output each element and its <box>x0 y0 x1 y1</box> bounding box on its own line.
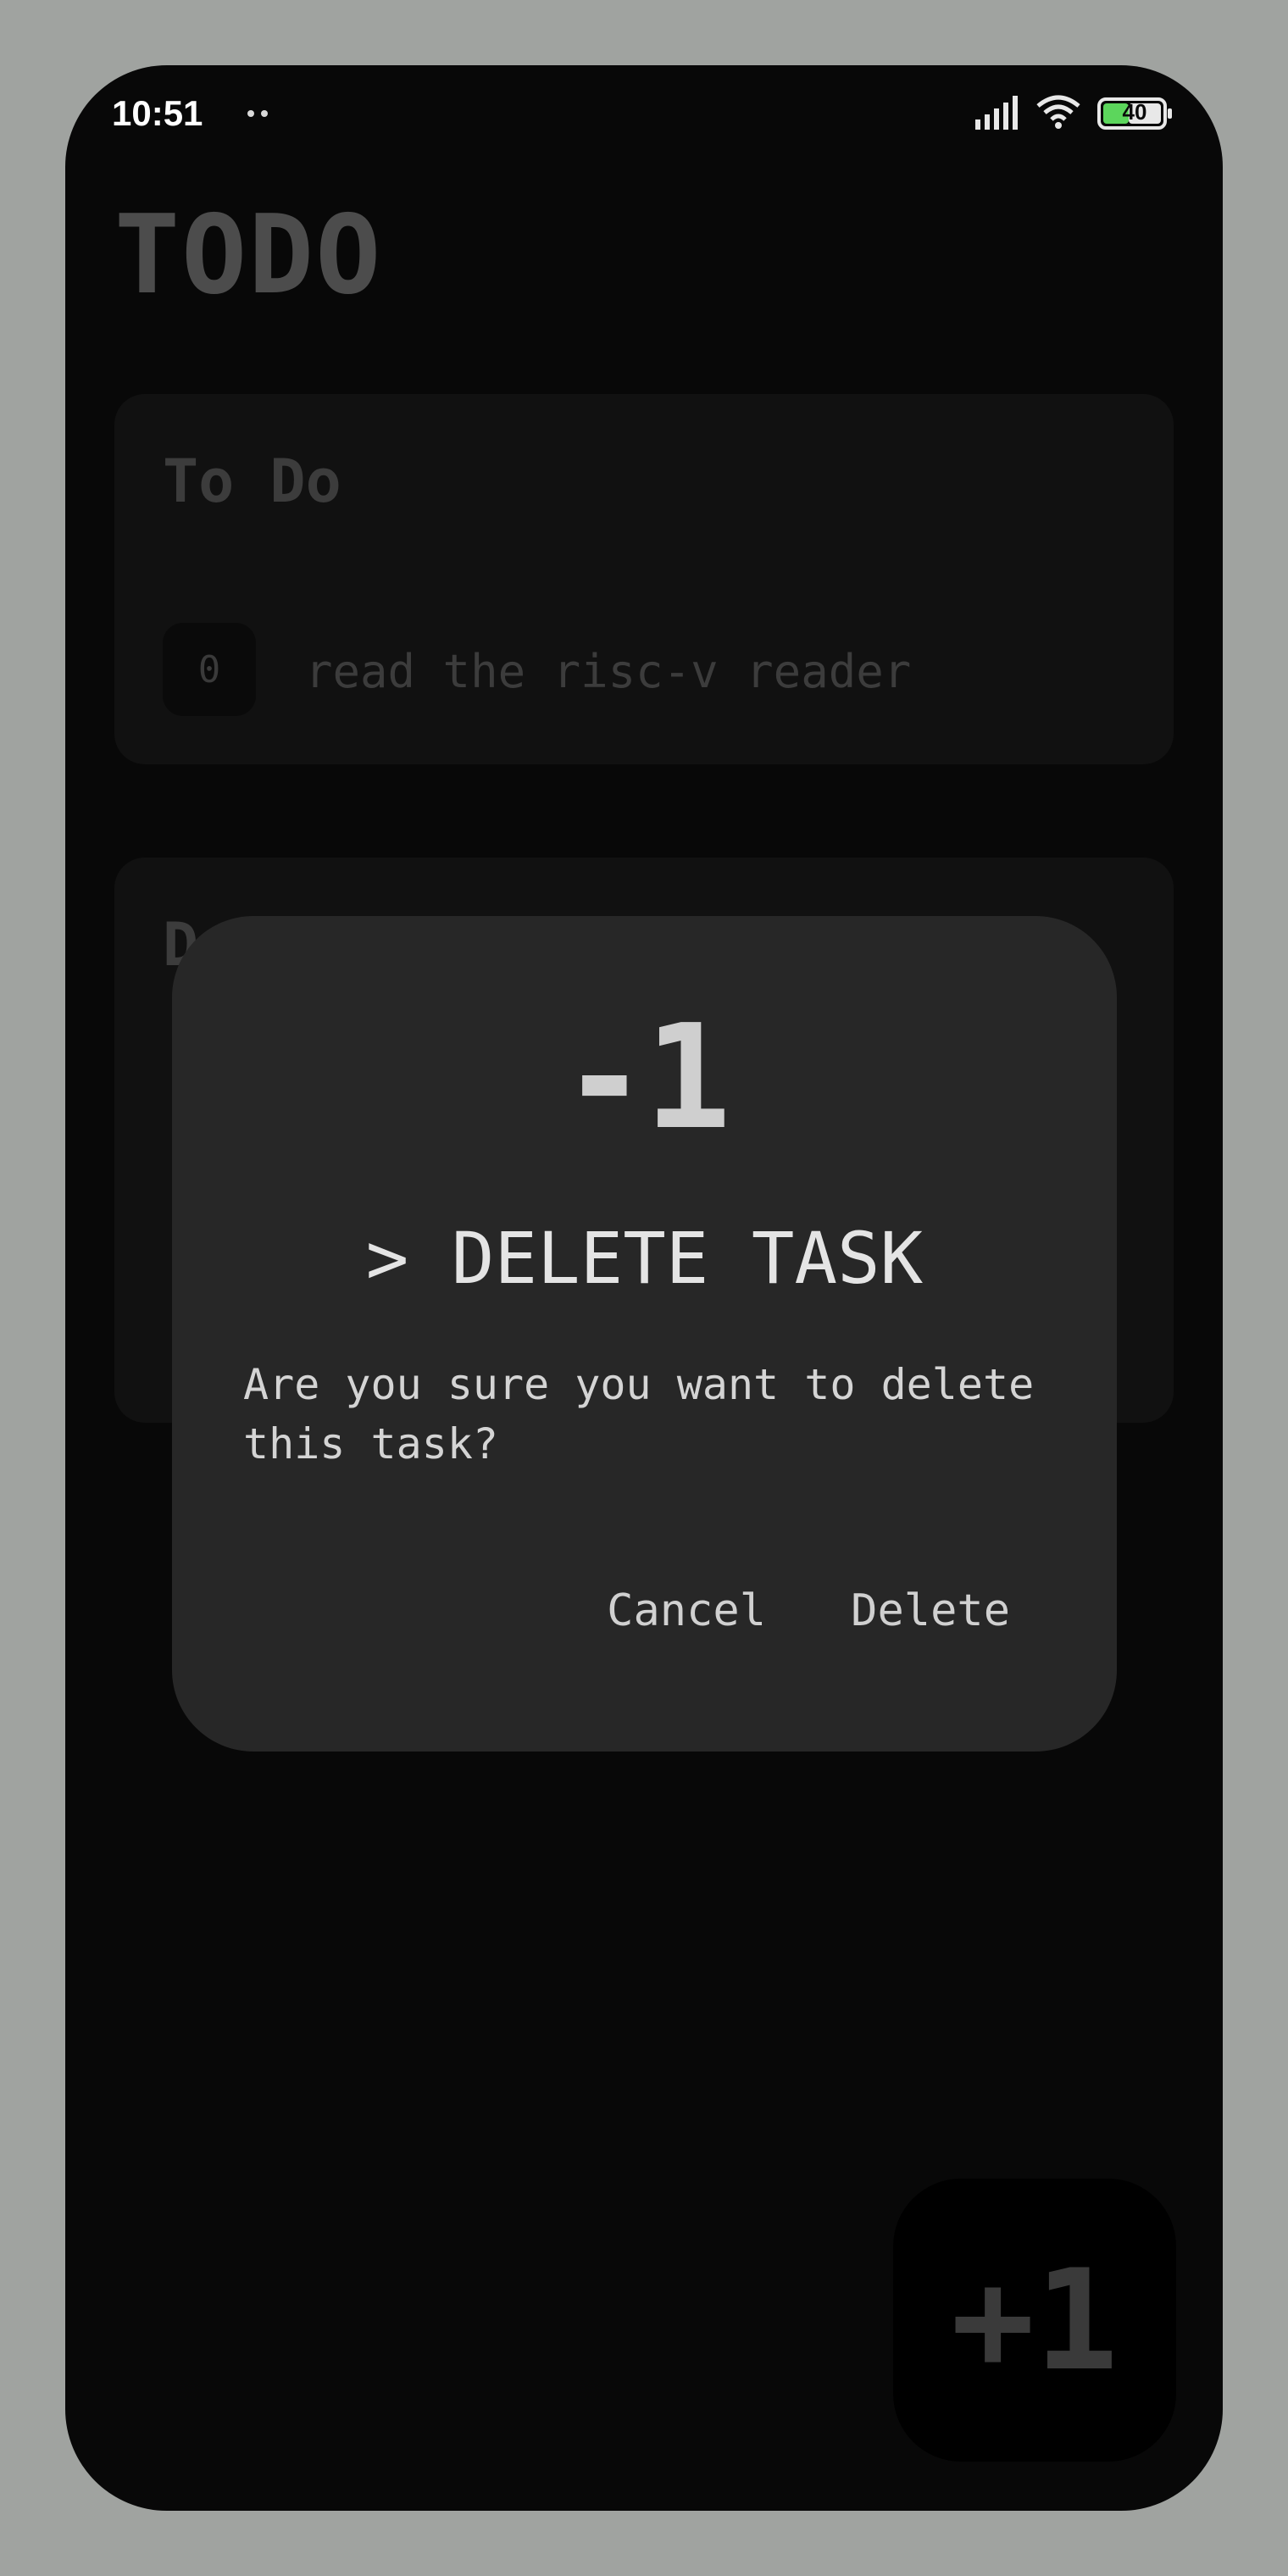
task-row[interactable]: 0 read the risc-v reader <box>163 623 1137 716</box>
dialog-message: Are you sure you want to delete this tas… <box>243 1360 1035 1468</box>
add-task-button[interactable]: +1 <box>893 2179 1176 2462</box>
app-title: TODO <box>114 192 383 319</box>
status-bar: 10:51 40 <box>65 65 1223 167</box>
task-id-badge[interactable]: 0 <box>163 623 256 716</box>
cancel-button[interactable]: Cancel <box>607 1585 766 1636</box>
wifi-icon <box>1036 95 1080 129</box>
dialog-title: > DELETE TASK <box>365 1217 924 1300</box>
todo-card: To Do 0 read the risc-v reader <box>114 394 1174 764</box>
phone-screen: 10:51 40 TODO To Do 0 read the risc-v re… <box>65 65 1223 2511</box>
battery-level: 40 <box>1122 99 1147 125</box>
cellular-signal-icon <box>975 96 1018 130</box>
task-text[interactable]: read the risc-v reader <box>305 645 911 698</box>
todo-section-title: To Do <box>163 447 341 516</box>
delete-task-dialog: -1 > DELETE TASK Are you sure you want t… <box>172 916 1117 1752</box>
dialog-icon: -1 <box>561 994 731 1162</box>
delete-button[interactable]: Delete <box>851 1585 1010 1636</box>
status-time: 10:51 <box>112 93 203 133</box>
notification-dots-icon <box>247 110 273 119</box>
